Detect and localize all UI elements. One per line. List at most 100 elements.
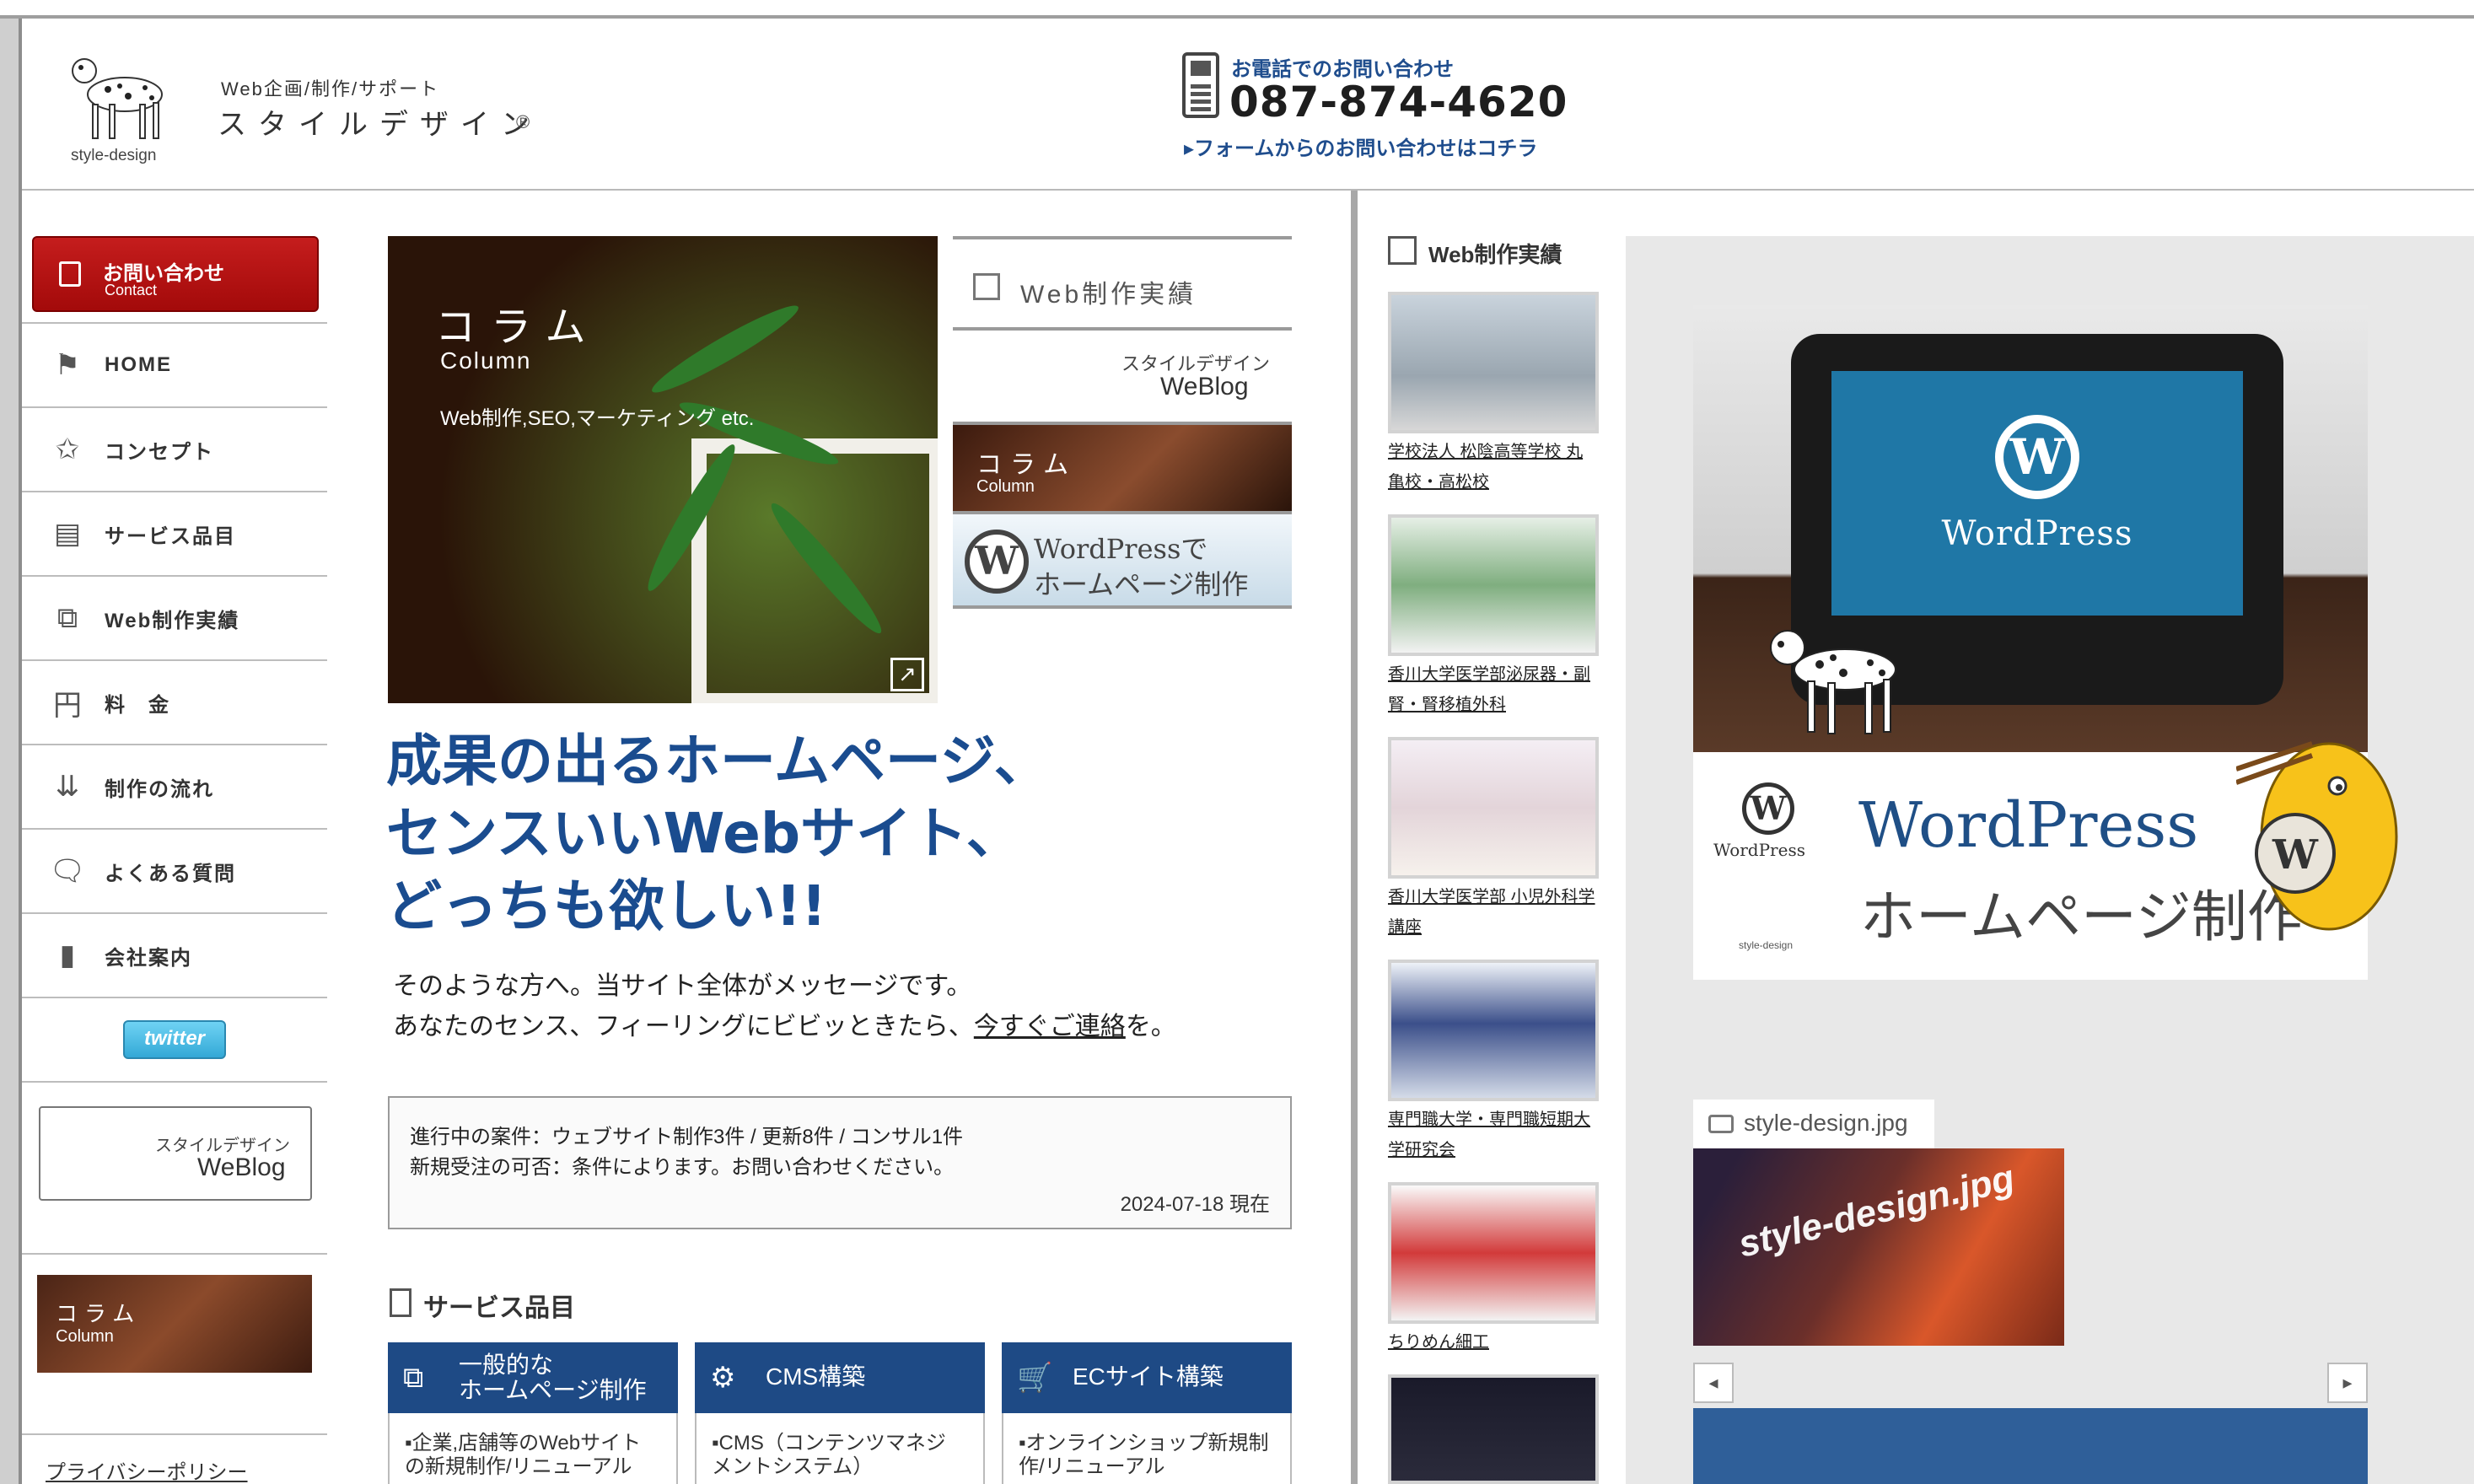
project-status-box: 進行中の案件：ウェブサイト制作3件 / 更新8件 / コンサル1件 新規受注の可… (388, 1096, 1292, 1229)
photo-tab[interactable]: style-design.jpg (1693, 1100, 1934, 1148)
monitor-screen-text: WordPress (1941, 514, 2133, 553)
weblog-banner[interactable]: スタイルデザイン WeBlog (39, 1106, 312, 1201)
lead-line: あなたのセンス、フィーリングにビビッときたら、今すぐご連絡を。 (393, 1007, 1270, 1047)
service-desc: ▪CMS（コンテンツマネジ メントシステム） (695, 1413, 985, 1484)
weblog-small-label: スタイルデザイン (155, 1137, 290, 1155)
service-desc-text: ▪オンラインショップ新規制 作/リニューアル (1019, 1432, 1269, 1478)
work-caption-link[interactable]: 学校法人 松陰高等学校 丸亀校・高松校 (1388, 437, 1599, 497)
phone-icon (1182, 52, 1219, 118)
door-icon: ▮ (59, 939, 76, 971)
work-thumbnail[interactable] (1388, 514, 1599, 656)
card-logo-text: WordPress (1713, 840, 1805, 860)
document-icon (390, 1288, 411, 1317)
window-frame-top (0, 0, 2474, 19)
prev-arrow-button[interactable]: ◂ (1693, 1363, 1734, 1403)
work-thumbnail[interactable] (1388, 960, 1599, 1101)
service-button-homepage[interactable]: ⧉ 一般的な ホームページ制作 (388, 1342, 678, 1413)
next-slide-preview[interactable] (1693, 1408, 2368, 1484)
privacy-policy-link[interactable]: プライバシーポリシー (46, 1455, 248, 1484)
weblog-link-banner[interactable]: スタイルデザイン WeBlog (953, 331, 1292, 425)
wapuu-mascot-icon: W (2236, 741, 2398, 931)
window-frame-left (0, 0, 19, 1484)
next-arrow-button[interactable]: ▸ (2327, 1363, 2368, 1403)
main-headline: 成果の出るホームページ、 センスいいWebサイト、 どっちも欲しい!! (386, 725, 1145, 943)
nav-item-concept[interactable]: ✩ コンセプト (22, 406, 327, 491)
nav-item-services[interactable]: ▤ サービス品目 (22, 491, 327, 575)
column-banner[interactable]: コラム Column Web制作,SEO,マーケティング etc. ↗ (388, 236, 938, 703)
nav-item-label: コンセプト (105, 440, 214, 464)
service-button-ec[interactable]: 🛒 ECサイト構築 (1002, 1342, 1292, 1413)
column-sub: Column (56, 1327, 114, 1346)
speech-bubble-icon: 🗨 (49, 855, 86, 887)
copy-icon: ⧉ (403, 1362, 424, 1394)
column-banner-desc: Web制作,SEO,マーケティング etc. (440, 407, 755, 430)
works-title: Web制作実績 (1428, 242, 1562, 267)
style-design-photo[interactable]: style-design.jpg (1693, 1148, 2064, 1346)
dalmatian-figure-icon (1770, 630, 1896, 734)
nav-item-label: HOME (105, 353, 172, 376)
service-button-cms[interactable]: ⚙ CMS構築 (695, 1342, 985, 1413)
nav-item-works[interactable]: ⧉ Web制作実績 (22, 575, 327, 659)
column-banner-small[interactable]: コラム Column (37, 1275, 312, 1373)
service-label: 一般的な ホームページ制作 (459, 1352, 647, 1403)
headline-line: センスいいWebサイト、 (386, 801, 1022, 866)
monitor-screen: W WordPress (1831, 371, 2243, 616)
weblog-big-label: WeBlog (197, 1153, 286, 1181)
column-title: コラム (976, 450, 1078, 480)
nav-item-home[interactable]: ⚑ HOME (22, 322, 327, 406)
column-title: コラム (56, 1302, 142, 1327)
document-icon: ▤ (53, 518, 82, 550)
work-thumbnail[interactable] (1388, 292, 1599, 433)
nav-item-label: 料 金 (105, 693, 170, 717)
column-link-banner[interactable]: コラム Column (953, 425, 1292, 514)
service-label: CMS構築 (766, 1363, 866, 1390)
contact-button[interactable]: お問い合わせ Contact (32, 236, 319, 312)
work-caption-link[interactable]: 香川大学医学部泌尿器・副腎・腎移植外科 (1388, 659, 1599, 720)
nav-item-company[interactable]: ▮ 会社案内 (22, 912, 327, 997)
photo-tab-label: style-design.jpg (1744, 1110, 1908, 1136)
cart-icon: 🛒 (1017, 1362, 1053, 1394)
work-caption-link[interactable]: 専門職大学・専門職短期大学研究会 (1388, 1105, 1599, 1165)
work-caption-link[interactable]: 香川大学医学部 小児外科学講座 (1388, 882, 1599, 943)
brand-tagline: Web企画/制作/サポート (221, 78, 440, 99)
flag-icon: ⚑ (54, 349, 81, 381)
status-date: 2024-07-18 現在 (1120, 1193, 1270, 1216)
dalmatian-logo-icon[interactable] (66, 52, 179, 145)
services-title: サービス品目 (423, 1294, 575, 1322)
status-line: 進行中の案件：ウェブサイト制作3件 / 更新8件 / コンサル1件 (410, 1126, 964, 1148)
work-caption-link[interactable]: ちりめん細工 (1388, 1327, 1599, 1358)
works-link-banner[interactable]: Web制作実績 (953, 236, 1292, 331)
nav-item-pricing[interactable]: 円 料 金 (22, 659, 327, 744)
cursor-icon (59, 261, 81, 287)
service-desc: ▪企業,店舗等のWebサイト の新規制作/リニューアル (388, 1413, 678, 1484)
twitter-button[interactable]: twitter (123, 1020, 226, 1059)
star-icon: ✩ (55, 433, 80, 465)
wordpress-link-banner[interactable]: W WordPressで ホームページ制作 (953, 514, 1292, 609)
nav-item-label: Web制作実績 (105, 609, 240, 632)
camera-icon (1708, 1115, 1734, 1133)
external-link-icon: ↗ (890, 658, 924, 691)
contact-now-link[interactable]: 今すぐご連絡 (974, 1013, 1126, 1040)
nav-item-flow[interactable]: ⇊ 制作の流れ (22, 744, 327, 828)
service-desc-text: ▪CMS（コンテンツマネジ メントシステム） (712, 1432, 946, 1478)
copy-icon (1388, 236, 1417, 265)
contact-form-link[interactable]: ▸フォームからのお問い合わせはコチラ (1184, 132, 1537, 161)
headline-line: 成果の出るホームページ、 (386, 729, 1050, 793)
wordpress-line2: ホームページ制作 (1034, 569, 1249, 600)
nav-item-faq[interactable]: 🗨 よくある質問 (22, 828, 327, 912)
lead-line: そのような方へ。当サイト全体がメッセージです。 (393, 972, 972, 1000)
down-arrow-icon: ⇊ (55, 771, 80, 803)
wordpress-logo-icon: W (1995, 415, 2079, 499)
work-thumbnail[interactable] (1388, 1182, 1599, 1324)
weblog-big-label: WeBlog (1160, 373, 1249, 401)
tel-number[interactable]: 087-874-4620 (1229, 78, 1568, 126)
column-divider (1351, 191, 1358, 1484)
service-desc-text: ▪企業,店舗等のWebサイト の新規制作/リニューアル (405, 1432, 642, 1478)
lead-text-post: を。 (1125, 1013, 1176, 1040)
work-thumbnail[interactable] (1388, 1374, 1599, 1484)
work-thumbnail[interactable] (1388, 737, 1599, 879)
lead-text-pre: あなたのセンス、フィーリングにビビッときたら、 (393, 1013, 974, 1040)
yen-icon: 円 (53, 689, 82, 722)
status-line: 新規受注の可否：条件によります。お問い合わせください。 (410, 1156, 955, 1179)
brand-name[interactable]: スタイルデザイン (218, 101, 541, 142)
